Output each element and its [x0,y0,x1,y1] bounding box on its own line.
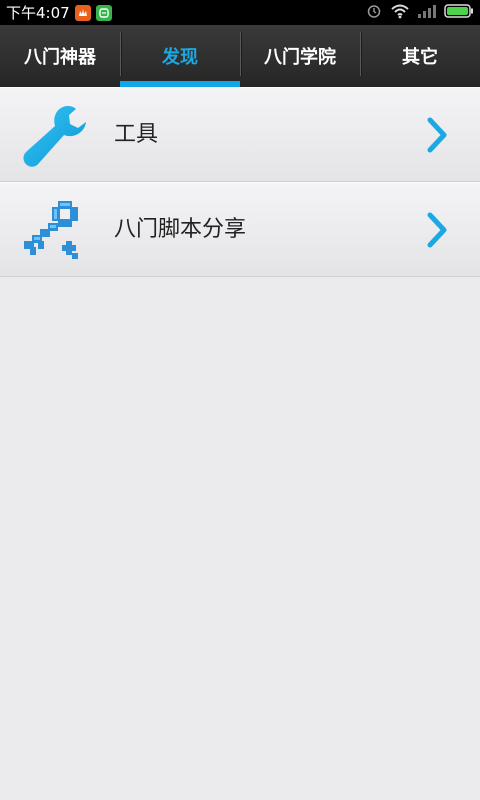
status-bar: 下午4:07 [0,0,480,25]
app-green-icon [95,4,112,21]
app-orange-icon [74,4,91,21]
list-item-label: 工具 [114,122,159,147]
chevron-right-icon [426,116,450,154]
tab-bamen-shenqi[interactable]: 八门神器 [0,25,120,87]
status-time: 下午4:07 [6,4,70,22]
tab-other[interactable]: 其它 [360,25,480,87]
key-icon [18,195,94,265]
tab-bar: 八门神器 发现 八门学院 其它 [0,25,480,87]
chevron-right-icon [426,211,450,249]
list-item-tools[interactable]: 工具 [0,87,480,182]
list-item-label: 八门脚本分享 [114,217,247,242]
discover-list: 工具 八门脚本分享 [0,87,480,277]
tab-discover[interactable]: 发现 [120,25,240,87]
battery-icon [444,3,474,22]
tab-bamen-academy[interactable]: 八门学院 [240,25,360,87]
wrench-icon [18,100,94,170]
alarm-icon [366,3,382,23]
wifi-icon [390,3,410,23]
signal-icon [418,4,436,22]
list-item-script-share[interactable]: 八门脚本分享 [0,182,480,277]
